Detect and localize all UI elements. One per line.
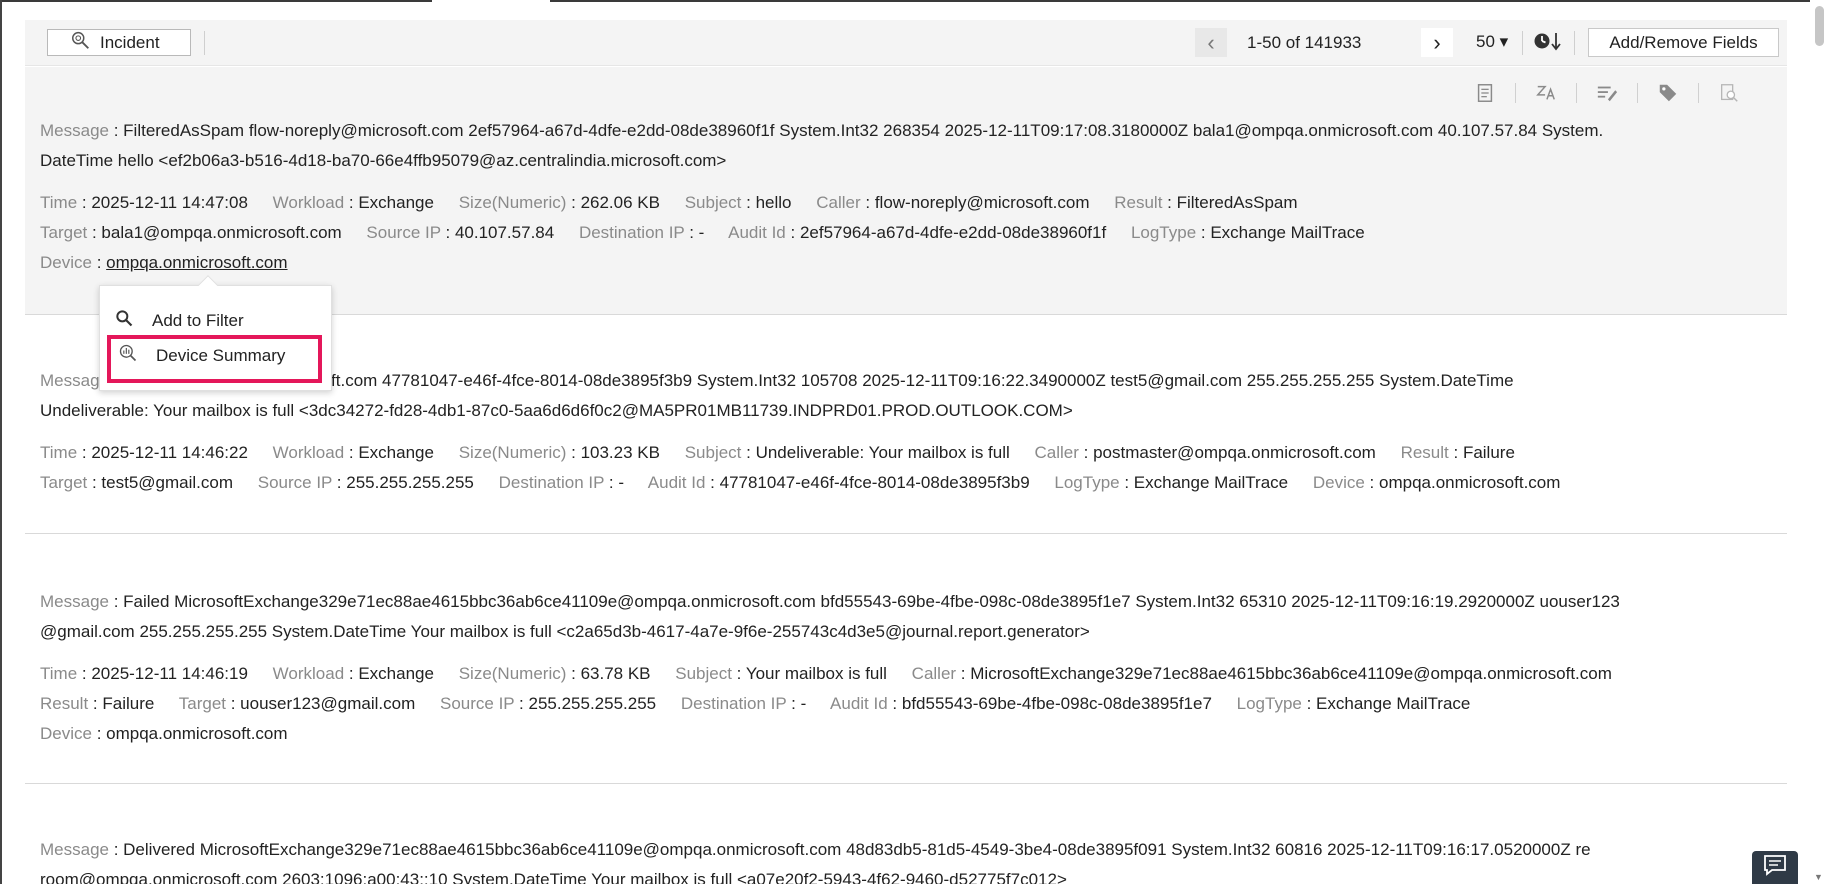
field-source-ip: Source IP : 255.255.255.255 bbox=[439, 694, 657, 713]
field-device: Device : ompqa.onmicrosoft.com bbox=[40, 724, 288, 743]
next-page-button[interactable]: › bbox=[1421, 28, 1453, 57]
message-value: Delivered MicrosoftExchange329e71ec88ae4… bbox=[123, 840, 1591, 859]
message-line-2: room@ompqa.onmicrosoft.com 2603:1096:a00… bbox=[40, 870, 1067, 884]
device-context-menu: Add to Filter Device Summary bbox=[99, 275, 332, 391]
per-page-select[interactable]: 50 ▾ bbox=[1476, 32, 1508, 52]
add-remove-fields-button[interactable]: Add/Remove Fields bbox=[1588, 28, 1779, 57]
search-icon bbox=[114, 308, 134, 333]
message-line-2: Undeliverable: Your mailbox is full <3dc… bbox=[40, 401, 1073, 420]
field-audit-id: Audit Id : 2ef57964-a67d-4dfe-e2dd-08de3… bbox=[728, 223, 1107, 242]
field-target: Target : test5@gmail.com bbox=[40, 473, 233, 492]
sort-time-button[interactable] bbox=[1533, 30, 1569, 56]
message-line-2: @gmail.com 255.255.255.255 System.DateTi… bbox=[40, 622, 1090, 641]
action-divider bbox=[1576, 83, 1577, 103]
fields-line-2: Result : Failure Target : uouser123@gmai… bbox=[40, 694, 1490, 714]
toolbar-divider bbox=[1522, 31, 1523, 55]
fields-line-3: Device : ompqa.onmicrosoft.com bbox=[40, 253, 308, 273]
field-subject: Subject : Your mailbox is full bbox=[675, 664, 887, 683]
scroll-down-icon[interactable]: ▼ bbox=[1814, 872, 1823, 882]
field-destination-ip: Destination IP : - bbox=[498, 473, 624, 492]
search-document-icon[interactable] bbox=[1716, 80, 1742, 106]
field-logtype: LogType : Exchange MailTrace bbox=[1054, 473, 1289, 492]
message-value: qa.onmicrosoft.com 47781047-e46f-4fce-80… bbox=[228, 371, 1514, 390]
field-destination-ip: Destination IP : - bbox=[578, 223, 705, 242]
action-divider bbox=[1515, 83, 1516, 103]
log-record[interactable]: Message : FilteredAsSpam flow-noreply@mi… bbox=[25, 67, 1787, 315]
field-size: Size(Numeric) : 63.78 KB bbox=[458, 664, 651, 683]
field-result: Result : Failure bbox=[40, 694, 155, 713]
field-workload: Workload : Exchange bbox=[272, 193, 434, 212]
results-toolbar: Incident ‹ 1-50 of 141933 › 50 ▾ Add/Rem… bbox=[25, 20, 1787, 66]
field-workload: Workload : Exchange bbox=[272, 443, 434, 462]
incident-icon bbox=[70, 29, 92, 56]
fields-line-2: Target : test5@gmail.com Source IP : 255… bbox=[40, 473, 1580, 493]
fields-line-1: Time : 2025-12-11 14:46:22 Workload : Ex… bbox=[40, 443, 1535, 463]
field-time: Time : 2025-12-11 14:47:08 bbox=[40, 193, 248, 212]
field-result: Result : FilteredAsSpam bbox=[1114, 193, 1298, 212]
tag-icon[interactable] bbox=[1655, 80, 1681, 106]
message-line-2: DateTime hello <ef2b06a3-b516-4d18-ba70-… bbox=[40, 151, 727, 170]
chevron-right-icon: › bbox=[1433, 29, 1441, 55]
incident-button[interactable]: Incident bbox=[47, 29, 191, 56]
add-to-filter-item[interactable]: Add to Filter bbox=[114, 308, 244, 333]
translate-icon[interactable] bbox=[1533, 80, 1559, 106]
chat-icon bbox=[1763, 854, 1787, 881]
field-audit-id: Audit Id : bfd55543-69be-4fbe-098c-08de3… bbox=[830, 694, 1212, 713]
row-actions bbox=[1455, 80, 1759, 106]
message-line: Message : Delivered MicrosoftExchange329… bbox=[40, 840, 1591, 859]
top-border bbox=[0, 0, 1831, 2]
fields-line-3: Device : ompqa.onmicrosoft.com bbox=[40, 724, 308, 744]
highlight-box bbox=[107, 335, 322, 383]
field-subject: Subject : hello bbox=[684, 193, 792, 212]
left-border bbox=[0, 0, 2, 884]
action-divider bbox=[1698, 83, 1699, 103]
field-caller: Caller : MicrosoftExchange329e71ec88ae46… bbox=[911, 664, 1612, 683]
field-result: Result : Failure bbox=[1400, 443, 1515, 462]
toolbar-divider bbox=[1574, 31, 1575, 55]
field-target: Target : bala1@ompqa.onmicrosoft.com bbox=[40, 223, 342, 242]
document-icon[interactable] bbox=[1472, 80, 1498, 106]
field-target: Target : uouser123@gmail.com bbox=[178, 694, 416, 713]
field-source-ip: Source IP : 40.107.57.84 bbox=[366, 223, 555, 242]
message-value: FilteredAsSpam flow-noreply@microsoft.co… bbox=[123, 121, 1604, 140]
fields-line-1: Time : 2025-12-11 14:47:08 Workload : Ex… bbox=[40, 193, 1318, 213]
message-value: Failed MicrosoftExchange329e71ec88ae4615… bbox=[123, 592, 1620, 611]
field-workload: Workload : Exchange bbox=[272, 664, 434, 683]
pagination-info: 1-50 of 141933 bbox=[1247, 33, 1362, 52]
tab-gap bbox=[432, 0, 550, 2]
action-divider bbox=[1637, 83, 1638, 103]
field-logtype: LogType : Exchange MailTrace bbox=[1130, 223, 1365, 242]
field-time: Time : 2025-12-11 14:46:22 bbox=[40, 443, 248, 462]
chat-button[interactable] bbox=[1752, 851, 1798, 884]
log-record[interactable]: Message : Failed MicrosoftExchange329e71… bbox=[25, 534, 1787, 784]
field-caller: Caller : flow-noreply@microsoft.com bbox=[816, 193, 1090, 212]
field-destination-ip: Destination IP : - bbox=[680, 694, 807, 713]
field-device: Device : ompqa.onmicrosoft.com bbox=[40, 253, 288, 272]
scrollbar-thumb[interactable] bbox=[1815, 6, 1824, 46]
device-link[interactable]: ompqa.onmicrosoft.com bbox=[106, 253, 287, 272]
field-size: Size(Numeric) : 103.23 KB bbox=[458, 443, 660, 462]
chevron-left-icon: ‹ bbox=[1207, 29, 1215, 55]
field-audit-id: Audit Id : 47781047-e46f-4fce-8014-08de3… bbox=[647, 473, 1030, 492]
edit-list-icon[interactable] bbox=[1594, 80, 1620, 106]
field-time: Time : 2025-12-11 14:46:19 bbox=[40, 664, 248, 683]
vertical-scrollbar[interactable]: ▼ bbox=[1810, 0, 1831, 884]
fields-line-2: Target : bala1@ompqa.onmicrosoft.com Sou… bbox=[40, 223, 1385, 243]
field-logtype: LogType : Exchange MailTrace bbox=[1236, 694, 1471, 713]
field-size: Size(Numeric) : 262.06 KB bbox=[458, 193, 660, 212]
message-line: Message : Failed MicrosoftExchange329e71… bbox=[40, 592, 1620, 611]
toolbar-divider bbox=[204, 31, 205, 55]
clock-sort-icon bbox=[1533, 30, 1563, 57]
field-subject: Subject : Undeliverable: Your mailbox is… bbox=[684, 443, 1010, 462]
fields-line-1: Time : 2025-12-11 14:46:19 Workload : Ex… bbox=[40, 664, 1632, 684]
message-line: Message : FilteredAsSpam flow-noreply@mi… bbox=[40, 121, 1604, 140]
field-device: Device : ompqa.onmicrosoft.com bbox=[1312, 473, 1561, 492]
field-caller: Caller : postmaster@ompqa.onmicrosoft.co… bbox=[1034, 443, 1376, 462]
field-source-ip: Source IP : 255.255.255.255 bbox=[257, 473, 474, 492]
log-record[interactable]: Message : Delivered MicrosoftExchange329… bbox=[25, 784, 1787, 884]
incident-label: Incident bbox=[100, 32, 160, 52]
previous-page-button[interactable]: ‹ bbox=[1195, 28, 1227, 57]
